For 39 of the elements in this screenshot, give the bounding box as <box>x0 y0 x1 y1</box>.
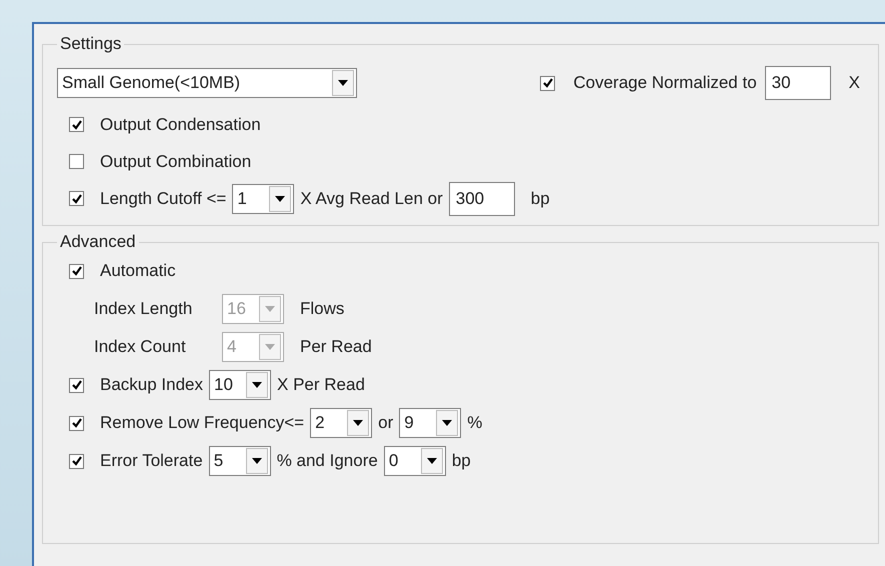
number-dropdown[interactable]: 0 <box>384 446 446 476</box>
option-label: Index Length <box>94 299 194 319</box>
option-label: Automatic <box>100 261 176 281</box>
option-label: Backup Index <box>100 375 204 395</box>
checkbox[interactable] <box>69 416 84 430</box>
checkbox-label: Coverage Normalized to <box>573 73 757 93</box>
option-label: X Per Read <box>277 375 365 395</box>
group-title: Settings <box>59 34 122 54</box>
checkbox[interactable] <box>69 154 84 169</box>
option-label: Remove Low Frequency<= <box>100 413 304 433</box>
group-title: Advanced <box>59 232 137 252</box>
option-label: bp <box>530 188 550 208</box>
number-dropdown[interactable]: 2 <box>310 408 372 438</box>
option-label: Flows <box>300 299 344 319</box>
checkbox[interactable] <box>69 378 84 392</box>
coverage-input[interactable]: 30 <box>764 66 831 100</box>
number-dropdown[interactable]: 1 <box>232 184 294 214</box>
number-dropdown[interactable]: 10 <box>209 370 272 400</box>
unit-label: X <box>848 73 860 93</box>
preset-dropdown[interactable]: Small Genome(<10MB) <box>57 68 357 98</box>
option-label: Error Tolerate <box>100 451 203 471</box>
option-label: bp <box>452 451 471 471</box>
number-dropdown[interactable]: 9 <box>399 408 462 438</box>
option-label: X Avg Read Len or <box>300 188 443 208</box>
checkbox[interactable] <box>69 117 84 132</box>
option-label: Per Read <box>300 337 372 357</box>
option-label: or <box>378 413 394 433</box>
checkbox[interactable] <box>69 454 84 468</box>
option-label: % and Ignore <box>276 451 378 471</box>
option-label: Output Condensation <box>100 114 261 134</box>
checkbox[interactable] <box>540 76 556 90</box>
checkbox[interactable] <box>69 264 84 278</box>
option-label: Length Cutoff <= <box>100 188 226 208</box>
number-input[interactable]: 300 <box>448 182 515 216</box>
option-label: % <box>467 413 482 433</box>
checkbox[interactable] <box>69 191 84 206</box>
number-dropdown[interactable]: 5 <box>208 446 271 476</box>
option-label: Index Count <box>94 337 187 357</box>
option-label: Output Combination <box>100 152 252 172</box>
